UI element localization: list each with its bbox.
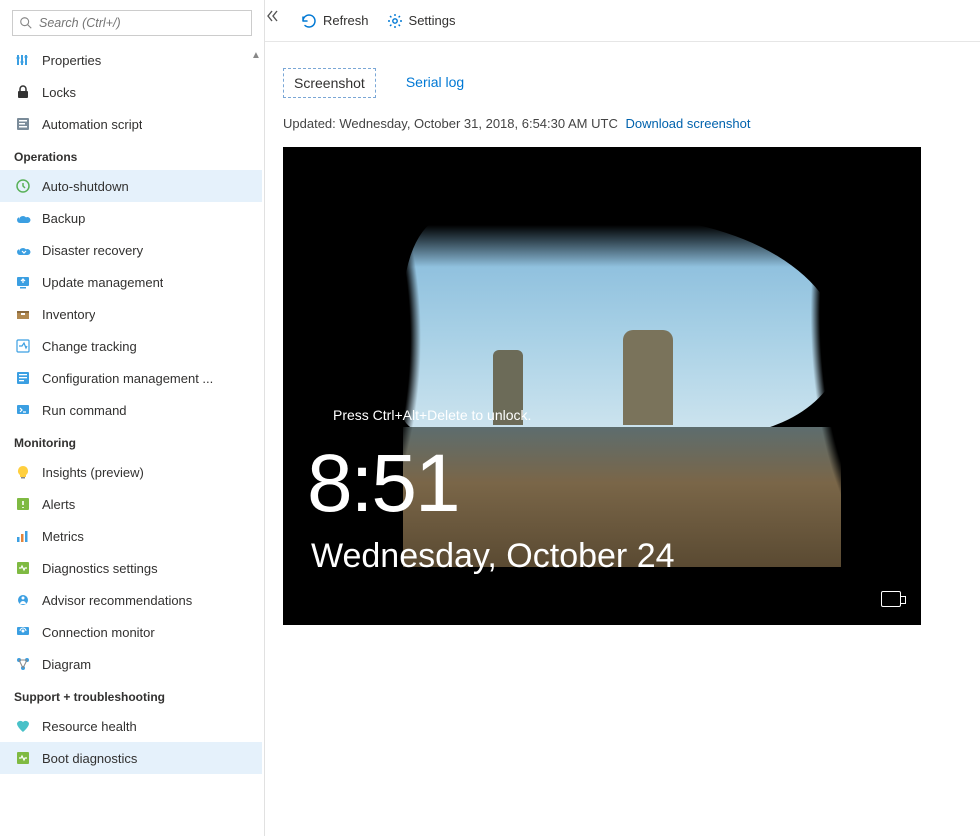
settings-button[interactable]: Settings [387,13,456,29]
sidebar-item-label: Automation script [42,117,142,132]
inventory-icon [14,305,32,323]
refresh-button[interactable]: Refresh [301,13,369,29]
sidebar-item-label: Boot diagnostics [42,751,137,766]
sidebar-item-label: Alerts [42,497,75,512]
sidebar-item-label: Backup [42,211,85,226]
sidebar-item-disaster-recovery[interactable]: Disaster recovery [0,234,262,266]
sidebar-item-diagram[interactable]: Diagram [0,648,262,680]
sidebar: ▲ Properties Locks Automation script Opera… [0,0,265,836]
scroll-up-caret-icon[interactable]: ▲ [250,50,262,61]
main-panel: Refresh Settings Screenshot Serial log U… [265,0,980,836]
sidebar-item-label: Run command [42,403,127,418]
gear-icon [387,13,403,29]
diagram-icon [14,655,32,673]
sidebar-item-label: Configuration management ... [42,371,213,386]
updated-line: Updated: Wednesday, October 31, 2018, 6:… [283,116,980,131]
network-icon [881,591,901,607]
sidebar-item-advisor[interactable]: Advisor recommendations [0,584,262,616]
sidebar-item-label: Update management [42,275,163,290]
tabs: Screenshot Serial log [283,68,980,98]
sidebar-item-inventory[interactable]: Inventory [0,298,262,330]
diag-settings-icon [14,559,32,577]
refresh-icon [301,13,317,29]
sidebar-item-insights[interactable]: Insights (preview) [0,456,262,488]
advisor-icon [14,591,32,609]
sidebar-item-auto-shutdown[interactable]: Auto-shutdown [0,170,262,202]
sidebar-item-label: Diagnostics settings [42,561,158,576]
sidebar-item-label: Auto-shutdown [42,179,129,194]
sidebar-item-label: Diagram [42,657,91,672]
properties-icon [14,51,32,69]
section-header-support: Support + troubleshooting [0,680,262,710]
tab-serial-log[interactable]: Serial log [396,68,474,98]
sidebar-scroll[interactable]: ▲ Properties Locks Automation script Opera… [0,44,264,836]
toolbar: Refresh Settings [265,0,980,42]
sidebar-item-metrics[interactable]: Metrics [0,520,262,552]
search-input[interactable] [33,16,245,30]
sidebar-item-label: Metrics [42,529,84,544]
lockscreen-date: Wednesday, October 24 [311,537,675,576]
section-header-monitoring: Monitoring [0,426,262,456]
sidebar-item-alerts[interactable]: Alerts [0,488,262,520]
tracking-icon [14,337,32,355]
update-icon [14,273,32,291]
lock-icon [14,83,32,101]
tab-screenshot[interactable]: Screenshot [283,68,376,98]
boot-diag-icon [14,749,32,767]
backup-icon [14,209,32,227]
search-icon [19,16,33,30]
sidebar-item-locks[interactable]: Locks [0,76,262,108]
sidebar-item-label: Resource health [42,719,137,734]
sidebar-item-label: Change tracking [42,339,137,354]
sidebar-item-run-command[interactable]: Run command [0,394,262,426]
boot-screenshot: Press Ctrl+Alt+Delete to unlock. 8:51 We… [283,147,921,625]
lockscreen-hint: Press Ctrl+Alt+Delete to unlock. [333,407,531,423]
download-screenshot-link[interactable]: Download screenshot [625,116,750,131]
search-box[interactable] [12,10,252,36]
updated-timestamp: Updated: Wednesday, October 31, 2018, 6:… [283,116,618,131]
sidebar-item-change-tracking[interactable]: Change tracking [0,330,262,362]
collapse-sidebar-button[interactable] [262,6,282,26]
sidebar-item-label: Advisor recommendations [42,593,192,608]
clock-icon [14,177,32,195]
sidebar-item-label: Disaster recovery [42,243,143,258]
sidebar-item-boot-diagnostics[interactable]: Boot diagnostics [0,742,262,774]
recovery-icon [14,241,32,259]
sidebar-item-label: Inventory [42,307,95,322]
sidebar-item-label: Connection monitor [42,625,155,640]
sidebar-item-automation-script[interactable]: Automation script [0,108,262,140]
lockscreen-time: 8:51 [307,437,459,531]
refresh-label: Refresh [323,13,369,28]
health-icon [14,717,32,735]
insights-icon [14,463,32,481]
sidebar-item-label: Insights (preview) [42,465,144,480]
run-icon [14,401,32,419]
sidebar-item-update-management[interactable]: Update management [0,266,262,298]
chevron-double-left-icon [265,9,279,23]
sidebar-item-resource-health[interactable]: Resource health [0,710,262,742]
sidebar-item-configuration-management[interactable]: Configuration management ... [0,362,262,394]
settings-label: Settings [409,13,456,28]
alerts-icon [14,495,32,513]
config-icon [14,369,32,387]
search-container [0,0,264,44]
sidebar-item-backup[interactable]: Backup [0,202,262,234]
metrics-icon [14,527,32,545]
sidebar-item-properties[interactable]: Properties [0,44,262,76]
sidebar-item-label: Locks [42,85,76,100]
sidebar-item-label: Properties [42,53,101,68]
sidebar-item-diagnostics-settings[interactable]: Diagnostics settings [0,552,262,584]
script-icon [14,115,32,133]
section-header-operations: Operations [0,140,262,170]
sidebar-item-connection-monitor[interactable]: Connection monitor [0,616,262,648]
connection-icon [14,623,32,641]
